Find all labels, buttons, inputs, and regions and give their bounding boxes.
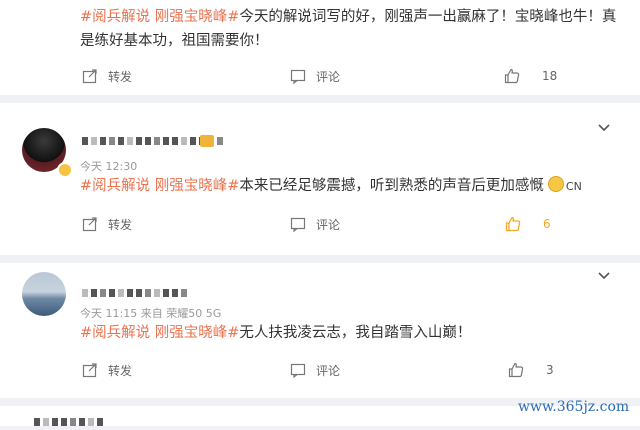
comment-actions: 转发 评论 3	[0, 358, 640, 382]
verified-badge	[57, 162, 73, 178]
comment-time: 今天 12:30	[80, 160, 138, 173]
comment-text: #阅兵解说 刚强宝晓峰#今天的解说词写的好，刚强声一出赢麻了！宝晓峰也牛！真是练…	[80, 9, 617, 49]
thumbs-up-icon	[508, 362, 524, 378]
share-icon	[82, 217, 97, 232]
comment-card: #阅兵解说 刚强宝晓峰#今天的解说词写的好，刚强声一出赢麻了！宝晓峰也牛！真是练…	[0, 0, 640, 95]
comment-actions: 转发 评论 18	[0, 64, 640, 88]
comment-text: #阅兵解说 刚强宝晓峰#无人扶我凌云志，我自踏雪入山巅！	[80, 325, 472, 341]
comment-button[interactable]: 评论	[290, 212, 340, 236]
share-icon	[82, 363, 97, 378]
comment-icon	[290, 217, 306, 232]
comment-icon	[290, 69, 306, 84]
watermark: www.365jz.com	[518, 399, 630, 415]
avatar[interactable]	[22, 272, 66, 316]
comment-icon	[290, 363, 306, 378]
share-button[interactable]: 转发	[82, 64, 132, 88]
share-icon	[82, 69, 97, 84]
topic-tag[interactable]: #阅兵解说 刚强宝晓峰#	[80, 9, 239, 25]
like-button[interactable]: 3	[508, 358, 554, 382]
share-button[interactable]: 转发	[82, 212, 132, 236]
comment-button[interactable]: 评论	[290, 358, 340, 382]
comment-text: #阅兵解说 刚强宝晓峰#本来已经足够震撼，听到熟悉的声音后更加感慨 CN	[80, 176, 582, 194]
topic-tag[interactable]: #阅兵解说 刚强宝晓峰#	[80, 178, 239, 194]
comment-time: 今天 11:15	[80, 307, 138, 320]
topic-tag[interactable]: #阅兵解说 刚强宝晓峰#	[80, 325, 239, 341]
thumbs-up-icon	[504, 68, 520, 84]
comment-meta: 今天 11:15 来自 荣耀50 5G	[80, 305, 221, 321]
share-button[interactable]: 转发	[82, 358, 132, 382]
emoji-icon	[547, 176, 564, 192]
like-button[interactable]: 6	[505, 212, 551, 236]
username[interactable]	[82, 285, 187, 301]
vip-badge	[200, 135, 214, 147]
like-button[interactable]: 18	[504, 64, 557, 88]
thumbs-up-icon	[505, 216, 521, 232]
comment-actions: 转发 评论 6	[0, 212, 640, 236]
chevron-down-icon[interactable]	[597, 271, 611, 281]
comment-button[interactable]: 评论	[290, 64, 340, 88]
comment-source: 来自 荣耀50 5G	[140, 307, 222, 320]
username[interactable]	[34, 414, 103, 430]
chevron-down-icon[interactable]	[597, 123, 611, 133]
